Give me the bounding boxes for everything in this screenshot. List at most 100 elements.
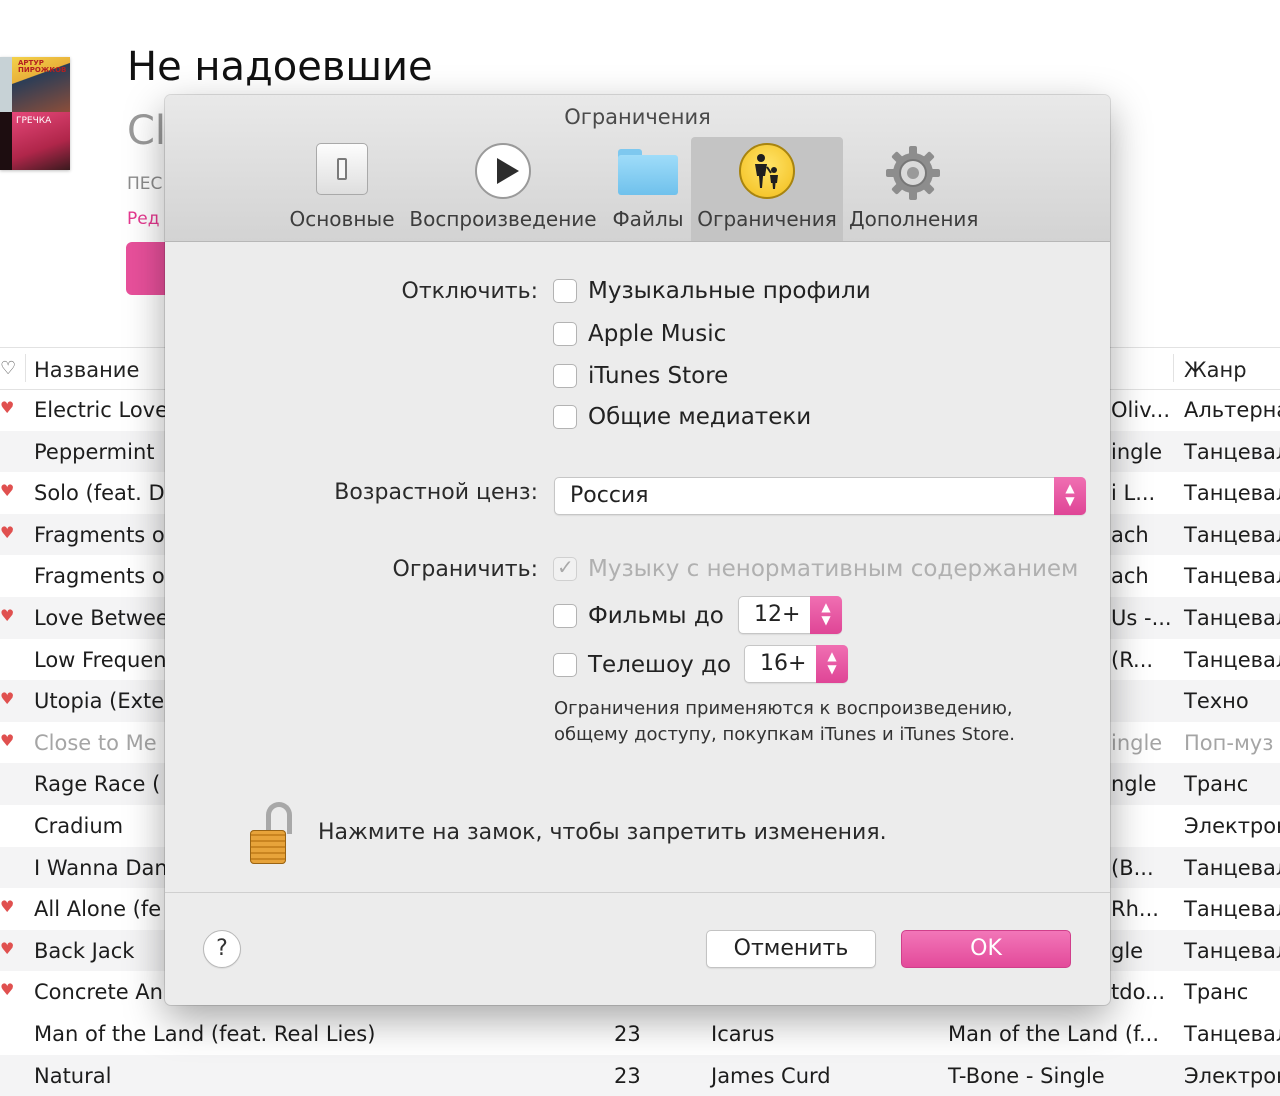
column-separator[interactable]: [25, 354, 26, 382]
cell-genre: Танцевал: [1184, 439, 1280, 464]
tv-rating-select[interactable]: 16+ ▲ ▼: [744, 645, 848, 683]
cell-name: Fragments o: [34, 564, 165, 589]
cell-genre: Поп-муз: [1184, 730, 1274, 755]
checkbox[interactable]: [553, 279, 577, 303]
table-row[interactable]: Natural 23 James Curd T-Bone - Single Электр…: [0, 1054, 1280, 1096]
cell-name: Close to Me: [34, 730, 157, 755]
help-button[interactable]: ?: [203, 930, 241, 968]
tab-label: Файлы: [612, 207, 684, 231]
movies-rating-select[interactable]: 12+ ▲ ▼: [738, 596, 842, 634]
cell-album: i L...: [1111, 481, 1156, 506]
select-value: 16+: [760, 651, 807, 676]
tab-restrictions[interactable]: Ограничения: [691, 137, 843, 241]
checkbox[interactable]: [553, 364, 577, 388]
restrictions-pane: Отключить: Музыкальные профили Apple Mus…: [165, 242, 1110, 892]
cell-album: Us -...: [1111, 606, 1172, 630]
cell-genre: Танцевал: [1184, 897, 1280, 922]
cell-name: I Wanna Dan: [34, 855, 168, 880]
checkbox: [553, 555, 577, 581]
cell-name: Low Frequen: [34, 647, 167, 672]
checkbox-itunes-store[interactable]: iTunes Store: [553, 361, 728, 391]
tab-advanced[interactable]: Дополнения: [849, 137, 978, 241]
checkbox-label: Фильмы до: [588, 603, 724, 629]
heart-icon[interactable]: ♥: [0, 606, 14, 625]
checkbox[interactable]: [553, 322, 577, 346]
ok-button[interactable]: OK: [901, 930, 1071, 968]
heart-icon[interactable]: ♥: [0, 897, 14, 916]
cell-artist: James Curd: [711, 1063, 831, 1088]
cell-album: tdo...: [1111, 980, 1166, 1005]
cell-name: Cradium: [34, 814, 124, 838]
heart-icon[interactable]: ♥: [0, 731, 14, 750]
checkbox-label: Музыку с ненормативным содержанием: [588, 556, 1079, 582]
checkbox[interactable]: [553, 405, 577, 429]
cell-genre: Танцевал: [1184, 564, 1280, 589]
heart-icon[interactable]: ♥: [0, 481, 14, 500]
table-row[interactable]: Man of the Land (feat. Real Lies) 23 Icaru…: [0, 1013, 1280, 1055]
play-icon: [475, 143, 531, 199]
checkbox[interactable]: [553, 653, 577, 677]
tab-label: Основные: [289, 207, 395, 231]
cell-number: 23: [614, 1022, 641, 1046]
cell-name: Love Betwee: [34, 606, 169, 630]
cell-artist: Icarus: [711, 1022, 775, 1046]
cell-name: Electric Love: [34, 398, 169, 422]
artwork-tile: [0, 57, 12, 112]
checkbox-explicit-music: Музыку с ненормативным содержанием: [553, 554, 1078, 584]
chevron-updown-icon: ▲ ▼: [816, 645, 848, 683]
checkbox-label: Телешоу до: [588, 652, 732, 678]
playlist-artwork[interactable]: АРТУР ПИРОЖКОВ ГРЕЧКА: [0, 57, 70, 170]
heart-icon[interactable]: ♥: [0, 939, 14, 958]
heart-icon[interactable]: ♥: [0, 980, 14, 999]
checkbox-apple-music[interactable]: Apple Music: [553, 319, 726, 349]
ratings-country-select[interactable]: Россия ▲ ▼: [554, 477, 1086, 515]
cell-genre: Танцевал: [1184, 522, 1280, 547]
switch-icon: [316, 143, 368, 195]
cell-name: Solo (feat. D: [34, 481, 165, 506]
artwork-text: АРТУР ПИРОЖКОВ: [18, 59, 67, 74]
cell-album: ngle: [1111, 772, 1157, 797]
tab-files[interactable]: Файлы: [610, 137, 686, 241]
artwork-tile: АРТУР ПИРОЖКОВ: [12, 57, 70, 112]
select-value: Россия: [570, 483, 649, 508]
cell-name: Concrete An: [34, 980, 163, 1005]
checkbox-music-profiles[interactable]: Музыкальные профили: [553, 276, 871, 306]
cell-genre: Танцевал: [1184, 1022, 1280, 1046]
checkbox[interactable]: [553, 604, 577, 628]
column-header-name[interactable]: Название: [34, 358, 139, 382]
dialog-title: Ограничения: [564, 105, 711, 129]
cell-name: Back Jack: [34, 938, 135, 963]
heart-icon[interactable]: ♥: [0, 398, 14, 417]
cell-name: Man of the Land (feat. Real Lies): [34, 1022, 376, 1046]
cancel-button[interactable]: Отменить: [706, 930, 876, 968]
cell-name: Natural: [34, 1063, 112, 1088]
playlist-subtitle: Сl: [127, 108, 167, 154]
cell-album: ach: [1111, 564, 1149, 589]
checkbox-shared-libraries[interactable]: Общие медиатеки: [553, 402, 811, 432]
playlist-title: Не надоевшие: [127, 44, 433, 90]
cell-genre: Транс: [1184, 980, 1249, 1005]
cell-name: All Alone (fe: [34, 897, 162, 922]
checkbox-label: Apple Music: [588, 321, 727, 347]
cell-genre: Электрон: [1184, 814, 1280, 838]
unlocked-padlock-icon[interactable]: [250, 802, 298, 866]
checkbox-movies[interactable]: Фильмы до: [553, 601, 724, 631]
cell-genre: Альтерна: [1184, 398, 1280, 422]
heart-icon[interactable]: ♥: [0, 523, 14, 542]
tab-general[interactable]: Основные: [289, 137, 395, 241]
cell-album: ach: [1111, 522, 1149, 547]
checkbox-tv-shows[interactable]: Телешоу до: [553, 650, 731, 680]
tab-playback[interactable]: Воспроизведение: [409, 137, 597, 241]
artwork-tile: [0, 112, 12, 170]
tab-label: Воспроизведение: [409, 207, 597, 231]
gear-icon: [883, 143, 943, 203]
cell-album: ingle: [1111, 730, 1163, 755]
edit-link[interactable]: Ред: [127, 209, 159, 229]
cell-album: ingle: [1111, 439, 1163, 464]
cell-genre: Танцевал: [1184, 855, 1280, 880]
heart-column-icon[interactable]: ♡: [0, 358, 16, 379]
cell-album: T-Bone - Single: [948, 1063, 1105, 1088]
heart-icon[interactable]: ♥: [0, 689, 14, 708]
column-header-genre[interactable]: Жанр: [1184, 358, 1247, 382]
column-separator[interactable]: [1173, 354, 1174, 382]
